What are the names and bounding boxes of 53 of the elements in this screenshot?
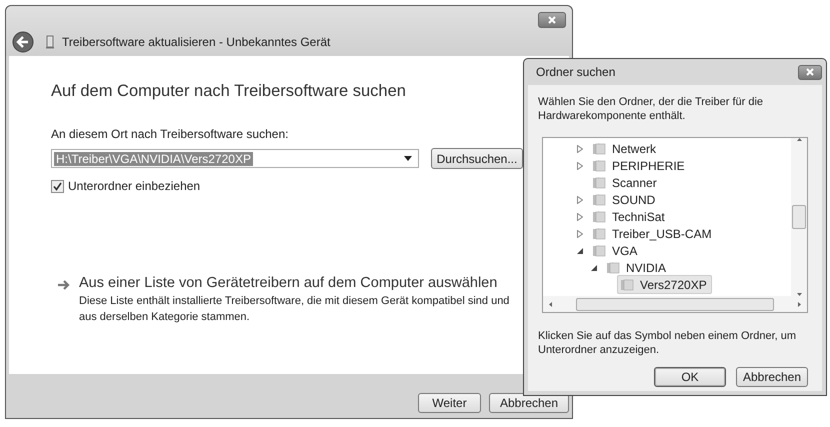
- scroll-right-icon[interactable]: [798, 302, 801, 306]
- driver-list-link[interactable]: Aus einer Liste von Gerätetreibern auf dem Computer auswählen: [79, 275, 498, 291]
- dialog-hint: Klicken Sie auf das Symbol neben einem Ordner, um Unterordner anzuzeigen.: [538, 329, 798, 357]
- folder-icon: [592, 227, 606, 240]
- expand-icon[interactable]: [577, 212, 583, 220]
- folder-icon: [592, 193, 606, 206]
- tree-item[interactable]: Netwerk: [589, 139, 662, 158]
- expand-icon[interactable]: [577, 196, 583, 204]
- device-icon: [46, 35, 54, 49]
- checkbox-label[interactable]: Unterordner einbeziehen: [68, 179, 200, 193]
- next-button[interactable]: Weiter: [418, 393, 481, 413]
- browse-button[interactable]: Durchsuchen...: [431, 148, 523, 169]
- vertical-scrollbar[interactable]: [791, 138, 807, 296]
- dialog-instructions: Wählen Sie den Ordner, der die Treiber für die Hardwarekomponente enthält.: [538, 95, 764, 123]
- scroll-up-icon[interactable]: [796, 138, 802, 141]
- close-button[interactable]: [798, 64, 822, 80]
- cancel-button[interactable]: Abbrechen: [489, 393, 569, 413]
- tree-item[interactable]: VGA: [589, 241, 642, 260]
- tree-item[interactable]: PERIPHERIE: [589, 156, 690, 175]
- location-label: An diesem Ort nach Treibersoftware suchen:: [51, 127, 290, 141]
- expand-icon[interactable]: [577, 230, 583, 238]
- expand-icon[interactable]: [577, 144, 583, 152]
- folder-icon: [606, 261, 620, 274]
- scroll-left-icon[interactable]: [549, 302, 552, 306]
- tree-item[interactable]: SOUND: [589, 190, 660, 209]
- expand-icon[interactable]: [577, 162, 583, 170]
- link-description: Diese Liste enthält installierte Treibersoftware, die mit diesem Gerät kompatibel sind und aus derselben Kategorie stammen.: [79, 294, 510, 325]
- collapse-icon[interactable]: [577, 248, 583, 254]
- tree-item[interactable]: TechniSat: [589, 207, 670, 226]
- page-heading: Auf dem Computer nach Treibersoftware suchen: [51, 82, 407, 101]
- close-button[interactable]: [538, 12, 566, 28]
- ok-button[interactable]: OK: [654, 367, 726, 387]
- back-icon[interactable]: [12, 31, 34, 53]
- arrow-icon: [57, 279, 71, 291]
- tree-item[interactable]: Vers2720XP: [617, 275, 712, 294]
- window-title: Treibersoftware aktualisieren - Unbekanntes Gerät: [62, 35, 330, 49]
- tree-item[interactable]: Scanner: [589, 173, 662, 192]
- folder-icon: [620, 278, 634, 291]
- tree-item[interactable]: NVIDIA: [603, 258, 672, 277]
- folder-icon: [592, 244, 606, 257]
- checkbox[interactable]: [51, 180, 64, 192]
- folder-icon: [592, 176, 606, 189]
- horizontal-scrollbar[interactable]: [543, 296, 807, 312]
- dialog-title: Ordner suchen: [536, 65, 616, 79]
- folder-icon: [592, 159, 606, 172]
- cancel-button[interactable]: Abbrechen: [736, 367, 808, 387]
- collapse-icon[interactable]: [591, 264, 597, 270]
- location-combo-box[interactable]: H:\Treiber\VGA\NVIDIA\Vers2720XP: [51, 149, 419, 168]
- folder-icon: [592, 210, 606, 223]
- folder-icon: [592, 142, 606, 155]
- scroll-thumb[interactable]: [792, 205, 806, 229]
- tree-item[interactable]: Treiber_USB-CAM: [589, 224, 717, 243]
- scroll-thumb[interactable]: [576, 298, 774, 310]
